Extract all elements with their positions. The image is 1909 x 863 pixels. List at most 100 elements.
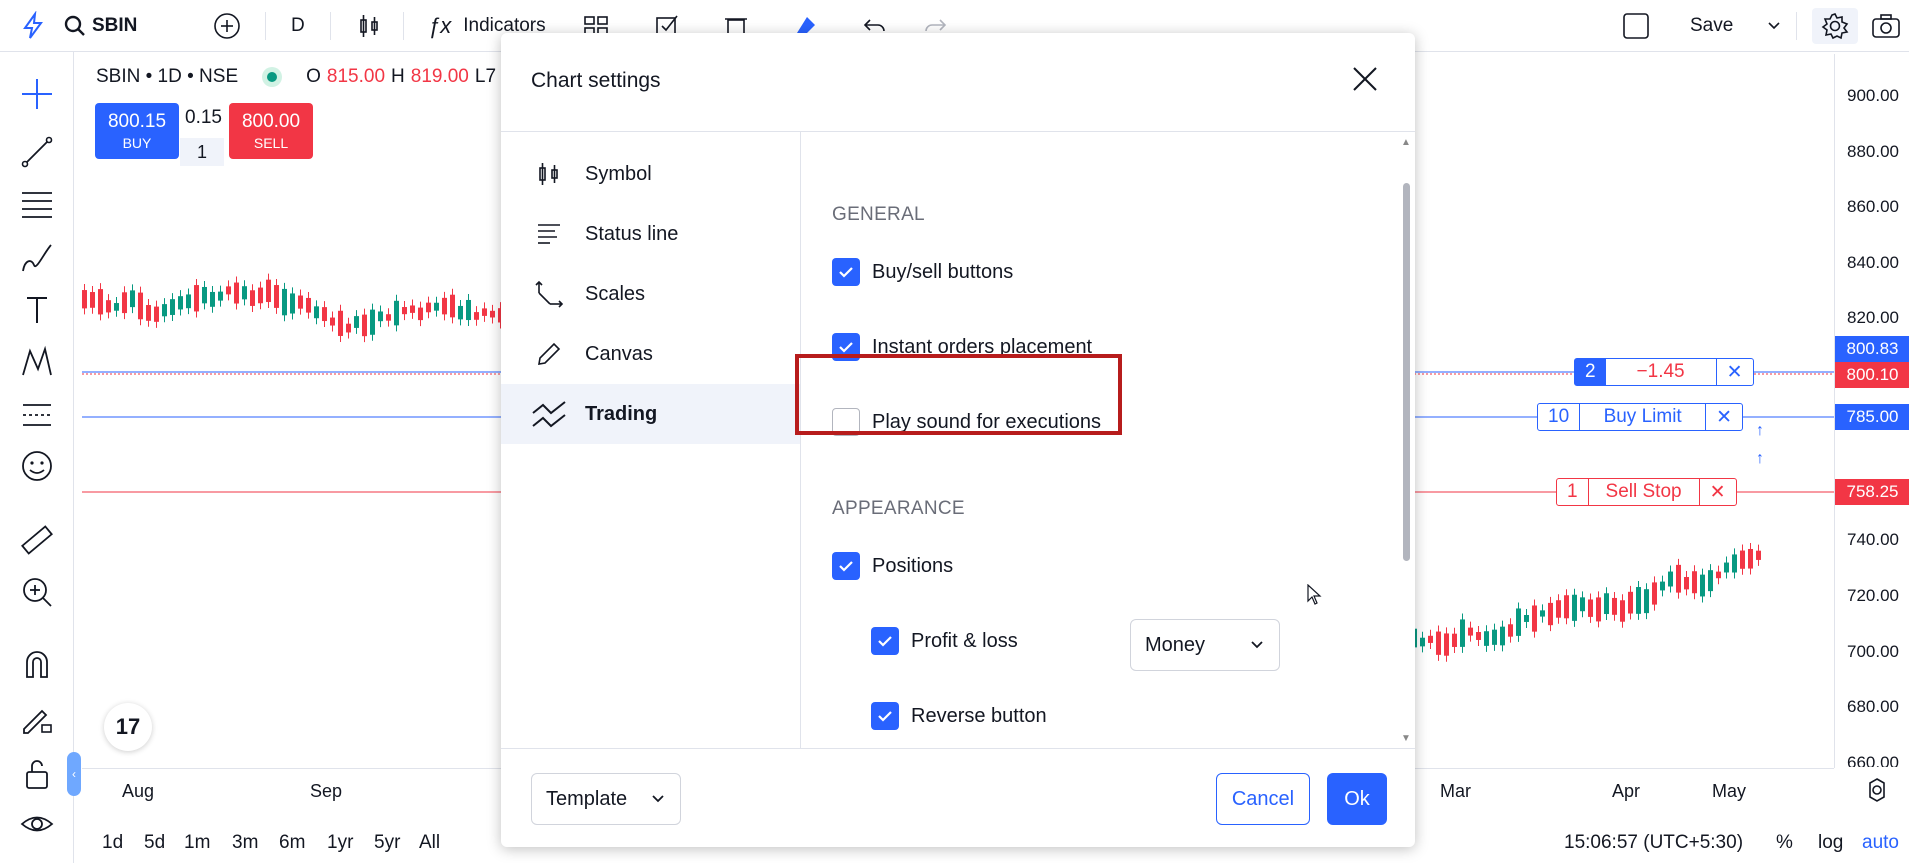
auto-toggle[interactable]: auto [1862,832,1899,854]
cancel-button[interactable]: Cancel [1216,773,1310,825]
candle [1668,571,1673,587]
sell-button[interactable]: 800.00 SELL [229,103,313,159]
buy-sell-buttons-option[interactable]: Buy/sell buttons [832,258,1013,286]
sidebar-item-trading[interactable]: Trading [501,384,800,444]
scale-settings-button[interactable] [1864,777,1890,808]
crosshair-icon[interactable] [15,72,59,116]
save-button[interactable]: Save [1690,8,1733,44]
price-tag: 758.25 [1835,479,1909,505]
position-line[interactable]: 2 −1.45 ✕ [1574,358,1754,386]
positions-option[interactable]: Positions [832,552,953,580]
candle [258,287,263,304]
emoji-icon[interactable] [15,444,59,488]
template-button[interactable]: Template [531,773,681,825]
range-5d[interactable]: 5d [144,832,165,854]
save-menu-button[interactable] [1766,8,1782,44]
settings-button[interactable] [1812,8,1858,44]
scroll-up-arrow[interactable]: ▲ [1401,137,1411,148]
unlock-icon[interactable] [15,752,59,796]
candle [1732,554,1737,573]
symbol-search[interactable]: SBIN [64,8,137,44]
price-label: 860.00 [1847,197,1899,216]
candle [1540,610,1545,617]
pattern-icon[interactable] [15,340,59,384]
sidebar-item-scales[interactable]: Scales [501,264,800,324]
interval-button[interactable]: D [291,8,305,44]
close-icon[interactable]: ✕ [1715,359,1753,385]
price-label: 680.00 [1847,697,1899,716]
buy-button[interactable]: 800.15 BUY [95,103,179,159]
prediction-icon[interactable] [15,392,59,436]
range-1yr[interactable]: 1yr [327,832,353,854]
candle [490,310,495,318]
fib-icon[interactable] [15,182,59,226]
gear-icon [1869,778,1885,802]
legend-symbol[interactable]: SBIN • 1D • NSE [96,66,238,88]
range-6m[interactable]: 6m [279,832,305,854]
lock-drawing-icon[interactable] [15,696,59,740]
sidebar-item-status-line[interactable]: Status line [501,204,800,264]
checkbox-checked-icon[interactable] [832,552,860,580]
tradingview-logo[interactable]: 17 [104,703,152,751]
candle [1476,632,1481,640]
square-icon [1623,13,1649,39]
magnet-icon[interactable] [15,642,59,686]
range-5yr[interactable]: 5yr [374,832,400,854]
clock[interactable]: 15:06:57 (UTC+5:30) [1564,832,1743,854]
sidebar-item-label: Symbol [585,162,652,185]
trend-line-icon[interactable] [15,130,59,174]
zoom-icon[interactable] [15,570,59,614]
range-1d[interactable]: 1d [102,832,123,854]
add-symbol-button[interactable] [212,8,242,44]
price-label: 880.00 [1847,142,1899,161]
candles-icon [360,15,378,37]
profit-loss-mode-select[interactable]: Money [1130,619,1280,671]
sidebar-item-symbol[interactable]: Symbol [501,144,800,204]
sidebar-item-canvas[interactable]: Canvas [501,324,800,384]
screenshot-button[interactable] [1870,8,1902,44]
chevron-down-icon [1768,22,1780,30]
close-icon[interactable]: ✕ [1705,404,1742,430]
candle [194,285,199,312]
percent-toggle[interactable]: % [1776,832,1793,854]
candle [1548,602,1553,626]
profit-loss-option[interactable]: Profit & loss [871,627,1018,655]
candle [250,290,255,306]
quantity-input[interactable]: 1 [180,138,224,166]
candle [330,317,335,326]
range-1m[interactable]: 1m [184,832,210,854]
close-button[interactable] [1347,61,1383,97]
text-icon[interactable] [15,288,59,332]
close-icon[interactable]: ✕ [1698,479,1736,505]
eye-icon[interactable] [15,802,59,846]
candle [474,312,479,320]
layout-button[interactable] [1622,8,1650,44]
scrollbar[interactable] [1403,183,1410,561]
market-status-icon[interactable] [262,67,283,87]
reverse-button-option[interactable]: Reverse button [871,702,1047,730]
scroll-down-arrow[interactable]: ▼ [1401,733,1411,744]
lightning-icon[interactable] [18,8,48,44]
position-qty: 2 [1575,359,1606,385]
candle [1660,581,1665,591]
ok-button[interactable]: Ok [1327,773,1387,825]
range-3m[interactable]: 3m [232,832,258,854]
log-toggle[interactable]: log [1818,832,1843,854]
chart-type-button[interactable] [355,8,383,44]
price-scale[interactable]: 900.00 880.00 860.00 840.00 820.00 740.0… [1834,54,1909,768]
candle [1436,631,1441,655]
range-all[interactable]: All [419,832,440,854]
brush-icon[interactable] [15,236,59,280]
collapse-toolbar-button[interactable]: ‹ [67,752,81,796]
candle [1700,574,1705,597]
checkbox-checked-icon[interactable] [871,702,899,730]
candle [1468,627,1473,636]
sidebar-item-label: Canvas [585,342,653,365]
candle [234,282,239,304]
scales-icon [531,276,567,312]
sell-stop-order[interactable]: 1 Sell Stop ✕ [1556,478,1737,506]
checkbox-checked-icon[interactable] [832,258,860,286]
checkbox-checked-icon[interactable] [871,627,899,655]
buy-limit-order[interactable]: 10 Buy Limit ✕ [1537,403,1744,431]
ruler-icon[interactable] [15,518,59,562]
